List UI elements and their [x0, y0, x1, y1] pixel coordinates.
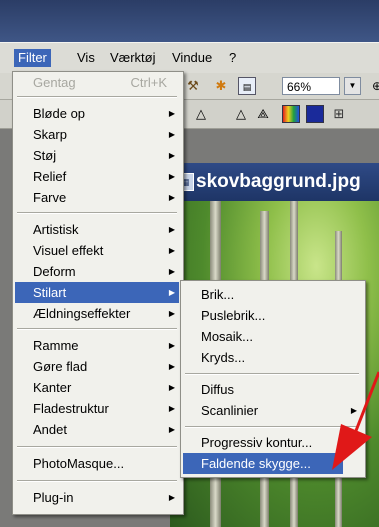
menu-separator	[17, 328, 177, 330]
menu-separator	[185, 373, 359, 375]
menu-item-andet[interactable]: Andet ▶	[15, 419, 179, 440]
menu-item-photomasque[interactable]: PhotoMasque...	[15, 453, 179, 474]
menu-item-faldende-skygge[interactable]: Faldende skygge...	[183, 453, 343, 474]
chevron-right-icon: ▶	[168, 172, 175, 181]
triangle-icon[interactable]: △	[192, 105, 210, 123]
menu-item-goere-flad[interactable]: Gøre flad ▶	[15, 356, 179, 377]
chevron-right-icon: ▶	[168, 341, 175, 350]
menu-item-brik[interactable]: Brik...	[183, 284, 361, 305]
chevron-right-icon: ▶	[168, 383, 175, 392]
zoom-select[interactable]: 66%	[282, 77, 340, 95]
menu-item-relief[interactable]: Relief ▶	[15, 166, 179, 187]
triangle-icon[interactable]: △	[232, 105, 250, 123]
menu-item-ramme[interactable]: Ramme ▶	[15, 335, 179, 356]
menu-separator	[17, 96, 177, 98]
menu-item-fladestruktur[interactable]: Fladestruktur ▶	[15, 398, 179, 419]
menu-item-kanter[interactable]: Kanter ▶	[15, 377, 179, 398]
window-titlebar	[0, 0, 379, 42]
document-title: skovbaggrund.jpg	[196, 171, 361, 192]
chevron-right-icon: ▶	[168, 362, 175, 371]
chevron-down-icon[interactable]: ▼	[344, 77, 361, 95]
zoom-extra-icon[interactable]: ⊕	[368, 77, 379, 95]
menu-item-progressiv-kontur[interactable]: Progressiv kontur...	[183, 432, 361, 453]
menu-item-farve[interactable]: Farve ▶	[15, 187, 179, 208]
chevron-right-icon: ▶	[168, 225, 175, 234]
chevron-right-icon: ▶	[168, 493, 175, 502]
menu-separator	[185, 426, 359, 428]
menu-item-mosaik[interactable]: Mosaik...	[183, 326, 361, 347]
grid-icon[interactable]: ⊞	[330, 105, 348, 123]
chevron-right-icon: ▶	[168, 309, 175, 318]
menu-item-puslebrik[interactable]: Puslebrik...	[183, 305, 361, 326]
window-icon[interactable]: ▤	[238, 77, 256, 95]
chevron-right-icon: ▶	[168, 130, 175, 139]
menu-item-artistisk[interactable]: Artistisk ▶	[15, 219, 179, 240]
menu-item-deform[interactable]: Deform ▶	[15, 261, 179, 282]
menu-item-plug-in[interactable]: Plug-in ▶	[15, 487, 179, 508]
chevron-right-icon: ▶	[168, 151, 175, 160]
chevron-right-icon: ▶	[168, 267, 175, 276]
menu-item-diffus[interactable]: Diffus	[183, 379, 361, 400]
chevron-right-icon: ▶	[168, 288, 175, 297]
menu-item-skarp[interactable]: Skarp ▶	[15, 124, 179, 145]
menu-separator	[17, 446, 177, 448]
menu-item-gentag[interactable]: Gentag Ctrl+K	[15, 72, 179, 93]
menu-item-kryds[interactable]: Kryds...	[183, 347, 361, 368]
menu-vindue[interactable]: Vindue	[168, 49, 216, 67]
document-title-bar[interactable]: ▦ skovbaggrund.jpg	[170, 163, 379, 201]
stilart-submenu: Brik... Puslebrik... Mosaik... Kryds... …	[180, 280, 366, 478]
menu-vis[interactable]: Vis	[73, 49, 99, 67]
chevron-right-icon: ▶	[168, 404, 175, 413]
menu-item-scanlinier[interactable]: Scanlinier ▶	[183, 400, 361, 421]
menu-item-stilart[interactable]: Stilart ▶	[15, 282, 179, 303]
chevron-right-icon: ▶	[168, 246, 175, 255]
menu-item-bloede-op[interactable]: Bløde op ▶	[15, 103, 179, 124]
palette-icon[interactable]	[282, 105, 300, 123]
monitor-icon[interactable]	[306, 105, 324, 123]
menu-item-visuel-effekt[interactable]: Visuel effekt ▶	[15, 240, 179, 261]
tool-icon[interactable]: ⚒	[184, 77, 202, 95]
gear-icon[interactable]: ✱	[212, 77, 230, 95]
menubar: Filter Vis Værktøj Vindue ?	[0, 42, 379, 74]
menu-filter[interactable]: Filter	[14, 49, 51, 67]
chevron-right-icon: ▶	[168, 425, 175, 434]
triangle-icon[interactable]: ⟁	[254, 105, 272, 123]
menu-item-aeldningseffekter[interactable]: Ældningseffekter ▶	[15, 303, 179, 324]
menu-help[interactable]: ?	[225, 49, 240, 67]
chevron-right-icon: ▶	[168, 109, 175, 118]
menu-item-stoej[interactable]: Støj ▶	[15, 145, 179, 166]
menu-separator	[17, 480, 177, 482]
menu-separator	[17, 212, 177, 214]
filter-menu: Gentag Ctrl+K Bløde op ▶ Skarp ▶ Støj ▶ Reli…	[12, 71, 184, 515]
chevron-right-icon: ▶	[168, 193, 175, 202]
chevron-right-icon: ▶	[350, 406, 357, 415]
menu-vaerktoej[interactable]: Værktøj	[106, 49, 160, 67]
